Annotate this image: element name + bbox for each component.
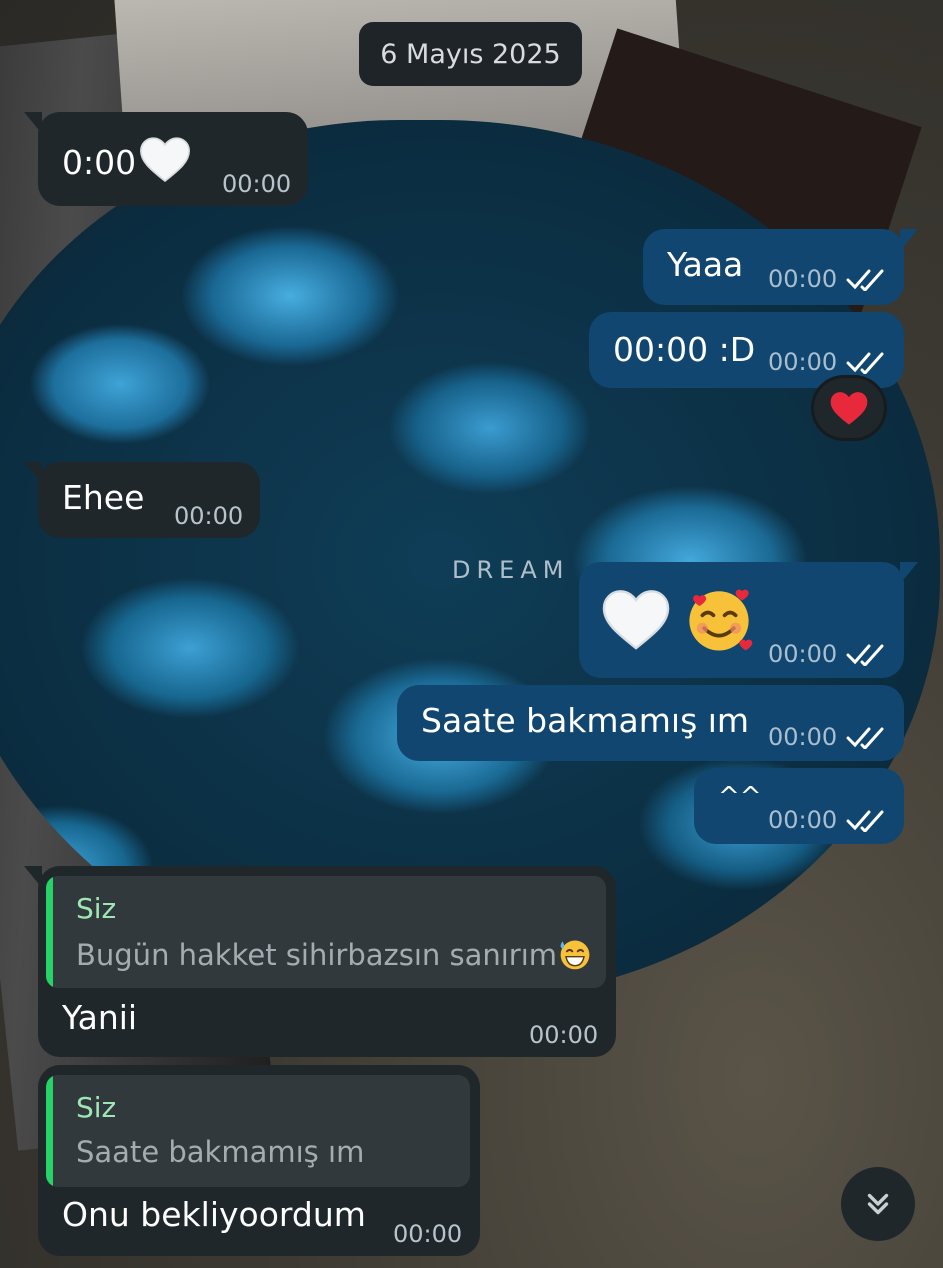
message-time: 00:00 <box>768 806 838 834</box>
date-separator: 6 Mayıs 2025 <box>359 22 582 86</box>
message-text: Ehee <box>62 478 145 517</box>
double-check-icon <box>846 269 884 291</box>
message-bubble-incoming[interactable]: Siz Saate bakmamış ım Onu bekliyoordum 0… <box>38 1065 480 1256</box>
reply-quote[interactable]: Siz Bugün hakket sihirbazsın sanırım <box>46 876 606 988</box>
message-time: 00:00 <box>768 348 838 376</box>
smiling-face-with-hearts-icon <box>688 589 752 651</box>
reply-text: Bugün hakket sihirbazsın sanırım <box>76 936 593 972</box>
scroll-to-bottom-button[interactable] <box>841 1167 915 1241</box>
message-bubble-outgoing[interactable]: 00:00 :D 00:00 <box>589 312 904 388</box>
message-bubble-incoming[interactable]: 0:00 00:00 <box>24 112 308 206</box>
message-text: 0:00 <box>62 136 192 183</box>
message-bubble-outgoing[interactable]: ^^ 00:00 <box>694 768 904 844</box>
message-time: 00:00 <box>768 265 838 293</box>
white-heart-icon <box>140 137 191 183</box>
double-check-icon <box>846 352 884 374</box>
message-bubble-incoming[interactable]: Ehee 00:00 <box>24 462 260 538</box>
message-time: 00:00 <box>393 1220 463 1248</box>
message-bubble-outgoing[interactable]: 00:00 <box>579 562 918 678</box>
reaction-badge[interactable] <box>814 378 884 438</box>
message-emoji <box>601 582 756 656</box>
reply-author: Siz <box>76 892 117 925</box>
reply-quote-bar <box>46 876 53 988</box>
white-heart-icon <box>602 590 670 650</box>
message-bubble-outgoing[interactable]: Saate bakmamış ım 00:00 <box>397 685 904 761</box>
double-check-icon <box>846 727 884 749</box>
message-time: 00:00 <box>768 640 838 668</box>
double-chevron-down-icon <box>867 1193 889 1215</box>
reply-text: Saate bakmamış ım <box>76 1135 365 1169</box>
double-check-icon <box>846 644 884 666</box>
message-text: ^^ <box>718 782 762 812</box>
message-bubble-outgoing[interactable]: Yaaa 00:00 <box>643 229 918 305</box>
message-time: 00:00 <box>174 502 244 530</box>
reply-quote-bar <box>46 1075 53 1187</box>
chat-area[interactable]: 6 Mayıs 2025 0:00 00:00 Yaaa 00:00 00:00… <box>0 0 943 1268</box>
message-text: Saate bakmamış ım <box>421 701 750 740</box>
reply-author: Siz <box>76 1091 117 1124</box>
message-time: 00:00 <box>529 1021 599 1049</box>
double-check-icon <box>846 810 884 832</box>
message-text: 00:00 :D <box>613 330 756 369</box>
message-bubble-incoming[interactable]: Siz Bugün hakket sihirbazsın sanırım Yan… <box>24 866 616 1057</box>
message-text: Onu bekliyoordum <box>62 1195 366 1234</box>
grinning-face-with-sweat-icon <box>560 940 590 970</box>
message-text: Yanii <box>62 998 138 1037</box>
red-heart-icon <box>830 392 868 425</box>
message-time: 00:00 <box>768 723 838 751</box>
message-text: Yaaa <box>667 245 744 284</box>
message-time: 00:00 <box>222 170 292 198</box>
reply-quote[interactable]: Siz Saate bakmamış ım <box>46 1075 470 1187</box>
